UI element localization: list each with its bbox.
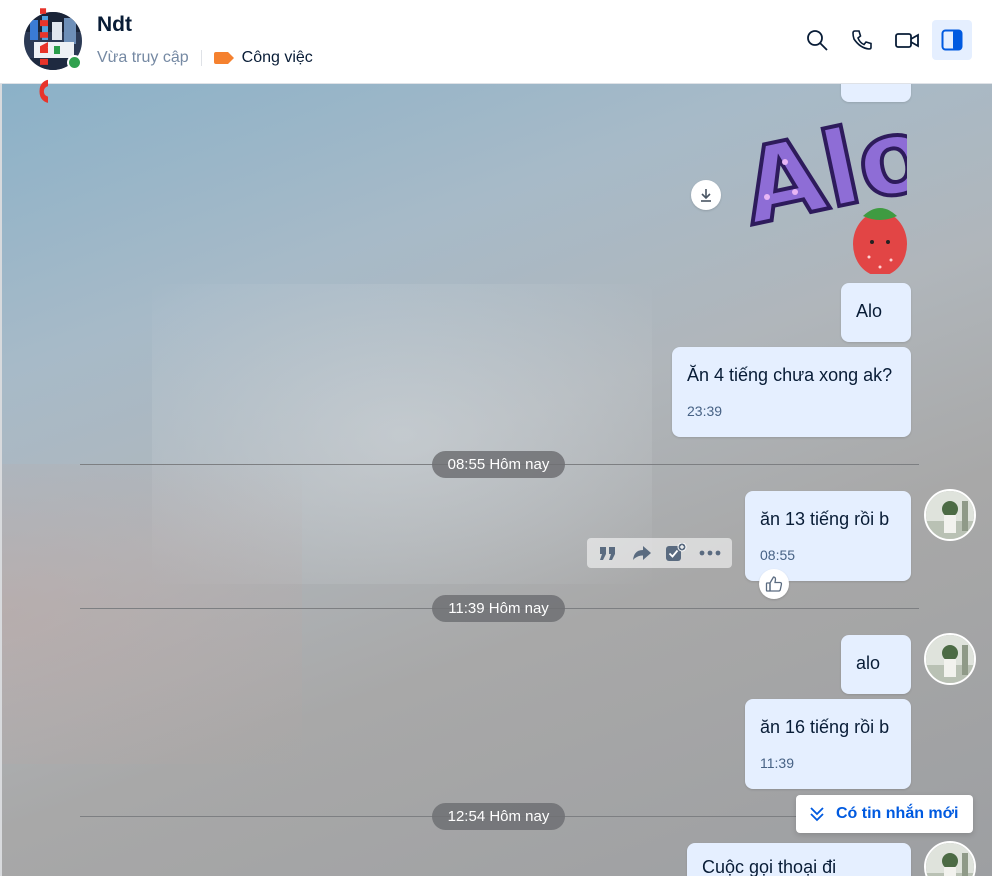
message-bubble[interactable]: ăn 16 tiếng rồi b 11:39 [745, 699, 911, 789]
sticker-alo[interactable]: Alo [737, 112, 907, 274]
date-divider: 12:54 Hôm nay [432, 803, 565, 830]
call-message-text: Cuộc gọi thoại đi [702, 857, 837, 876]
message-text: ăn 13 tiếng rồi b [760, 509, 890, 529]
video-call-button[interactable] [887, 20, 927, 60]
contact-name[interactable]: Ndt [97, 13, 132, 37]
message-text: Ăn 4 tiếng chưa xong ak? [687, 365, 893, 385]
online-status-dot [67, 55, 82, 70]
message-bubble[interactable] [841, 84, 911, 102]
share-icon [633, 546, 651, 560]
create-task-button[interactable] [663, 540, 689, 566]
message-time: 23:39 [687, 403, 723, 419]
quote-icon [600, 547, 615, 560]
tag-icon [213, 52, 234, 64]
phone-icon [852, 30, 872, 50]
message-bubble[interactable]: alo [841, 635, 911, 694]
video-call-icon [895, 33, 919, 48]
divider [200, 50, 202, 66]
voice-call-button[interactable] [842, 20, 882, 60]
message-time: 08:55 [760, 547, 796, 563]
sender-avatar[interactable] [924, 633, 976, 685]
contact-status-row: Vừa truy cập Công việc [97, 49, 313, 67]
message-list[interactable]: Alo Alo Ăn 4 tiếng chưa xong ak? 23:39 0… [0, 84, 992, 876]
task-add-icon [666, 543, 687, 561]
message-time: 11:39 [760, 755, 794, 771]
new-message-button[interactable]: Có tin nhắn mới [796, 795, 973, 833]
message-bubble[interactable]: Ăn 4 tiếng chưa xong ak? 23:39 [672, 347, 911, 437]
double-chevron-down-icon [810, 807, 824, 822]
new-message-label: Có tin nhắn mới [836, 805, 959, 822]
message-bubble[interactable]: Alo [841, 283, 911, 342]
message-text: Alo [856, 301, 883, 321]
thumbs-up-icon [765, 576, 783, 592]
svg-text:.INFO: .INFO [32, 5, 48, 105]
message-bubble[interactable]: ăn 13 tiếng rồi b 08:55 [745, 491, 911, 581]
search-icon [807, 30, 828, 51]
conversation-info-toggle[interactable] [932, 20, 972, 60]
download-icon [701, 189, 711, 202]
call-message-bubble[interactable]: Cuộc gọi thoại đi [687, 843, 911, 876]
download-button[interactable] [691, 180, 721, 210]
conversation-header: .INFO Ndt Vừa truy cập Công việc [0, 0, 992, 105]
strawberry-icon [853, 212, 907, 274]
sender-avatar[interactable] [924, 841, 976, 876]
message-actions-bar [587, 538, 732, 568]
message-text: ăn 16 tiếng rồi b [760, 717, 890, 737]
last-seen-status: Vừa truy cập [97, 49, 189, 66]
search-button[interactable] [797, 20, 837, 60]
forward-button[interactable] [629, 540, 655, 566]
more-icon [699, 550, 721, 556]
date-divider: 11:39 Hôm nay [432, 595, 565, 622]
message-text: alo [856, 653, 881, 673]
quote-button[interactable] [595, 540, 621, 566]
date-divider: 08:55 Hôm nay [432, 451, 565, 478]
tag-label[interactable]: Công việc [242, 49, 313, 67]
sidebar-toggle-icon [941, 29, 963, 51]
sender-avatar[interactable] [924, 489, 976, 541]
watermark-logo: .INFO [32, 5, 48, 105]
react-button[interactable] [759, 569, 789, 599]
more-options-button[interactable] [697, 540, 723, 566]
